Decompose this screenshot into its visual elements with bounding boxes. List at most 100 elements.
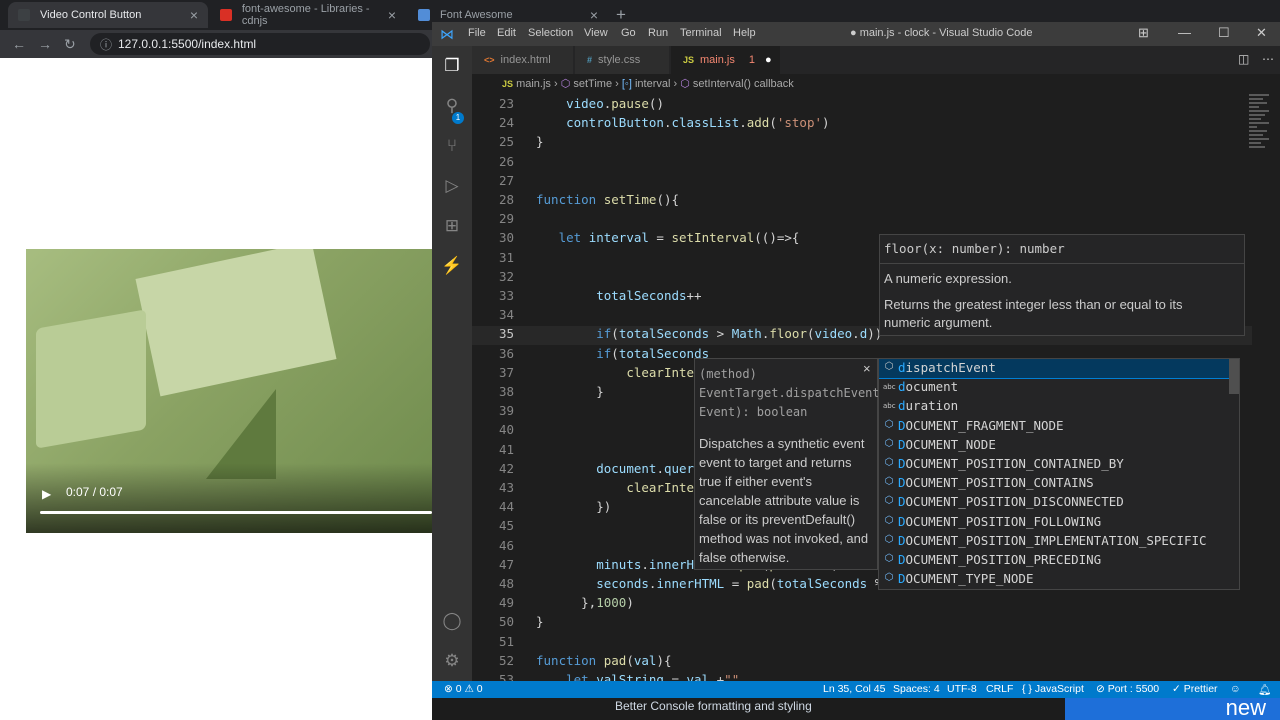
suggestion-item[interactable]: ⬡ DOCUMENT_POSITION_IMPLEMENTATION_SPECIF… [879,532,1239,551]
split-editor-icon[interactable]: ◫ [1238,52,1249,66]
line-code: function setTime(){ [536,192,680,207]
reload-icon[interactable]: ↻ [64,36,76,53]
tab-label: style.css [598,54,641,66]
code-line[interactable]: 25} [472,134,1252,153]
code-line[interactable]: 53 let valString = val +"" [472,672,1252,681]
breadcrumb-item[interactable]: interval [635,78,670,90]
search-icon[interactable]: ⚲ [441,96,463,118]
play-icon[interactable]: ▶ [42,487,51,501]
menu-edit[interactable]: Edit [497,27,516,39]
code-line[interactable]: 52 function pad(val){ [472,653,1252,672]
forward-icon[interactable]: → [38,36,52,52]
close-icon[interactable]: × [863,361,871,376]
line-number: 41 [498,441,514,457]
account-icon[interactable]: ◯ [441,611,463,633]
browser-tab-video-control[interactable]: Video Control Button × [8,2,208,28]
suggestion-item[interactable]: ⬡ DOCUMENT_TYPE_NODE [879,570,1239,589]
video-player[interactable]: ▶ 0:07 / 0:07 [26,249,432,533]
menu-help[interactable]: Help [733,27,756,39]
tab-main-js[interactable]: JS main.js 1 ● [671,46,781,74]
minimize-icon[interactable]: — [1178,25,1191,40]
back-icon[interactable]: ← [12,36,26,52]
line-code: if(totalSeconds [596,345,710,361]
language-status[interactable]: { } JavaScript [1022,683,1084,695]
tab-index-html[interactable]: <> index.html [472,46,574,74]
suggestion-list: ⬡ dispatchEvent abc document abc duration ⬡ DOC… [878,358,1240,590]
close-icon[interactable]: × [190,7,198,23]
property-icon: ⬡ [884,457,894,468]
cursor-position[interactable]: Ln 35, Col 45 [823,683,885,695]
suggestion-scrollbar[interactable] [1229,359,1239,394]
maximize-icon[interactable]: ☐ [1218,25,1230,41]
menu-selection[interactable]: Selection [528,27,573,39]
line-number: 35 [498,326,514,342]
variable-icon: [◦] [621,78,632,90]
info-icon[interactable]: ⓘ [100,36,112,53]
suggestion-item[interactable]: ⬡ DOCUMENT_POSITION_PRECEDING [879,551,1239,570]
menu-run[interactable]: Run [648,27,668,39]
suggestion-item[interactable]: ⬡ DOCUMENT_FRAGMENT_NODE [879,417,1239,436]
code-line[interactable]: 23 video.pause() [472,96,1252,115]
suggestion-item[interactable]: abc document [879,378,1239,397]
video-seek-bar[interactable] [40,511,432,514]
line-number: 24 [498,115,514,131]
close-window-icon[interactable]: ✕ [1256,25,1267,41]
close-icon[interactable]: × [388,7,396,23]
encoding-status[interactable]: UTF-8 [947,683,977,695]
suggestion-label: DOCUMENT_FRAGMENT_NODE [898,417,1064,433]
suggestion-item[interactable]: ⬡ dispatchEvent [879,359,1239,379]
suggestion-label: DOCUMENT_POSITION_CONTAINS [898,475,1094,491]
url-input[interactable]: ⓘ 127.0.0.1:5500/index.html [90,33,430,55]
code-line[interactable]: 27 [472,173,1252,192]
menu-terminal[interactable]: Terminal [680,27,722,39]
gear-icon[interactable]: ⚙ [441,651,463,673]
suggestion-label: DOCUMENT_POSITION_DISCONNECTED [898,494,1124,510]
run-debug-icon[interactable]: ▷ [441,176,463,198]
menu-file[interactable]: File [468,27,486,39]
globe-icon [18,9,30,21]
line-code: } [536,384,604,399]
menu-go[interactable]: Go [621,27,636,39]
more-actions-icon[interactable]: ⋯ [1262,52,1274,66]
code-line[interactable]: 24 controlButton.classList.add('stop') [472,115,1252,134]
breadcrumb-item[interactable]: setTime [573,78,612,90]
tab-style-css[interactable]: # style.css [575,46,670,74]
browser-tab-cdnjs[interactable]: font-awesome - Libraries - cdnjs × [210,2,406,28]
suggestion-item[interactable]: ⬡ DOCUMENT_NODE [879,436,1239,455]
suggestion-item[interactable]: abc duration [879,397,1239,416]
suggestion-item[interactable]: ⬡ DOCUMENT_POSITION_DISCONNECTED [879,493,1239,512]
line-number: 39 [498,403,514,419]
feedback-icon[interactable]: ☺ [1230,683,1241,695]
layout-icon[interactable]: ⊞ [1138,25,1149,41]
suggestion-item[interactable]: ⬡ DOCUMENT_POSITION_CONTAINS [879,474,1239,493]
lightning-icon[interactable]: ⚡ [441,256,463,278]
prettier-status[interactable]: ✓ Prettier [1172,683,1218,695]
code-line[interactable]: 26 [472,154,1252,173]
line-code: if(totalSeconds > Math.floor(video.d)) [596,326,883,342]
live-server-port[interactable]: ⊘ Port : 5500 [1096,683,1159,695]
text-suggestion-icon: abc [883,402,896,411]
line-number: 46 [498,537,514,553]
unsaved-dot-icon[interactable]: ● [765,54,772,66]
indentation-status[interactable]: Spaces: 4 [893,683,940,695]
suggestion-item[interactable]: ⬡ DOCUMENT_POSITION_CONTAINED_BY [879,455,1239,474]
minimap[interactable] [1249,94,1271,189]
code-line[interactable]: 29 [472,211,1252,230]
breadcrumb-item[interactable]: main.js [516,78,551,90]
breadcrumb: JS main.js › ⬡ setTime › [◦] interval › … [472,74,1280,94]
close-icon[interactable]: × [590,7,598,23]
breadcrumb-item[interactable]: setInterval() callback [693,78,794,90]
line-number: 38 [498,384,514,399]
source-control-icon[interactable]: ⑂ [441,136,463,158]
menu-view[interactable]: View [584,27,608,39]
explorer-icon[interactable]: ❐ [441,56,463,78]
code-line[interactable]: 50} [472,614,1252,633]
font-awesome-icon [418,9,430,21]
problems-status[interactable]: ⊗ 0 ⚠ 0 [444,683,483,695]
code-line[interactable]: 51 [472,634,1252,653]
code-line[interactable]: 49 },1000) [472,595,1252,614]
eol-status[interactable]: CRLF [986,683,1013,695]
suggestion-item[interactable]: ⬡ DOCUMENT_POSITION_FOLLOWING [879,513,1239,532]
extensions-icon[interactable]: ⊞ [441,216,463,238]
code-line[interactable]: 28 function setTime(){ [472,192,1252,211]
